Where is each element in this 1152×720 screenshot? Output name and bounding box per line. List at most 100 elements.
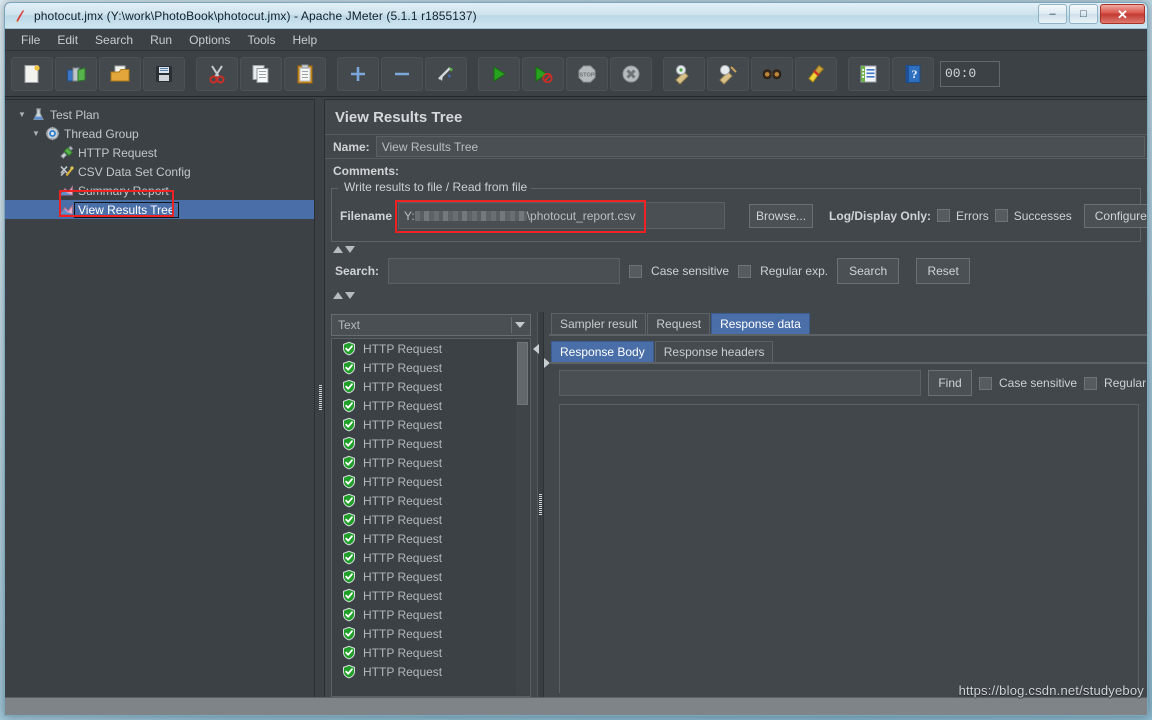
results-splitter[interactable] [533, 312, 550, 697]
result-list-item[interactable]: HTTP Request [332, 434, 530, 453]
scrollbar-thumb[interactable] [517, 342, 528, 405]
tree-item-csv-data-set-config[interactable]: CSV Data Set Config [5, 162, 314, 181]
status-bar [5, 697, 1147, 715]
stop-icon[interactable]: STOP [566, 56, 608, 91]
open-icon[interactable] [99, 56, 141, 91]
test-plan-tree[interactable]: ▼ Test Plan ▼ Thread Group HTTP Request … [5, 99, 314, 697]
subtab-response-headers[interactable]: Response headers [654, 341, 774, 362]
title-bar: photocut.jmx (Y:\work\PhotoBook\photocut… [5, 3, 1147, 29]
minimize-button[interactable]: – [1038, 4, 1067, 24]
search-regular-exp-checkbox[interactable] [738, 264, 752, 278]
collapse-expand-arrows[interactable] [325, 242, 1147, 256]
collapse-all-icon[interactable] [381, 56, 423, 91]
find-button[interactable]: Find [928, 370, 972, 396]
view-results-tree-panel: View Results Tree Name: View Results Tre… [325, 99, 1147, 697]
templates-icon[interactable] [55, 56, 97, 91]
menu-help[interactable]: Help [284, 31, 325, 49]
configure-button[interactable]: Configure [1083, 203, 1147, 228]
tree-item-summary-report[interactable]: Summary Report [5, 181, 314, 200]
browse-button[interactable]: Browse... [749, 203, 814, 228]
tree-item-thread-group[interactable]: ▼ Thread Group [5, 124, 314, 143]
toggle-icon[interactable] [425, 56, 467, 91]
comments-input[interactable] [405, 160, 1145, 181]
expand-all-icon[interactable] [337, 56, 379, 91]
menu-tools[interactable]: Tools [239, 31, 283, 49]
menu-options[interactable]: Options [181, 31, 238, 49]
result-list-item[interactable]: HTTP Request [332, 472, 530, 491]
tab-response-data[interactable]: Response data [711, 313, 810, 334]
results-list-scrollbar[interactable] [516, 340, 529, 695]
collapse-up-arrow-icon[interactable] [333, 245, 343, 253]
result-list-item[interactable]: HTTP Request [332, 567, 530, 586]
result-list-item[interactable]: HTTP Request [332, 643, 530, 662]
shutdown-icon[interactable] [610, 56, 652, 91]
filename-input[interactable]: Y: \photocut_report.csv [398, 202, 726, 229]
reset-search-icon[interactable] [795, 56, 837, 91]
expand-down-arrow-icon[interactable] [345, 245, 355, 253]
find-case-sensitive-checkbox[interactable] [979, 376, 992, 390]
start-icon[interactable] [478, 56, 520, 91]
search-icon[interactable] [751, 56, 793, 91]
results-collapse-expand-arrows[interactable] [325, 288, 1147, 302]
tree-item-test-plan[interactable]: ▼ Test Plan [5, 105, 314, 124]
sampler-results-list[interactable]: HTTP Request HTTP Request HTTP Request HTTP… [331, 338, 531, 697]
reset-button[interactable]: Reset [916, 258, 971, 284]
close-button[interactable]: ✕ [1100, 4, 1145, 24]
search-case-sensitive-checkbox[interactable] [629, 264, 643, 278]
result-list-item[interactable]: HTTP Request [332, 510, 530, 529]
tab-sampler-result[interactable]: Sampler result [551, 313, 647, 334]
name-label: Name: [333, 139, 370, 154]
new-test-plan-icon[interactable] [11, 56, 53, 91]
result-list-item[interactable]: HTTP Request [332, 529, 530, 548]
save-icon[interactable] [143, 56, 185, 91]
splitter-grip-icon [319, 385, 322, 411]
result-list-item[interactable]: HTTP Request [332, 662, 530, 681]
find-regular-exp-checkbox[interactable] [1084, 376, 1098, 390]
response-body-textarea[interactable] [559, 404, 1139, 693]
twisty-collapse-icon[interactable]: ▼ [29, 129, 43, 138]
function-helper-icon[interactable] [848, 56, 890, 91]
result-list-item[interactable]: HTTP Request [332, 396, 530, 415]
menu-run[interactable]: Run [142, 31, 180, 49]
tab-request[interactable]: Request [647, 313, 711, 334]
paste-icon[interactable] [284, 56, 326, 91]
search-regular-exp-label: Regular exp. [760, 264, 829, 278]
successes-checkbox[interactable] [994, 209, 1008, 222]
result-list-item[interactable]: HTTP Request [332, 339, 530, 358]
collapse-left-arrow-icon[interactable] [533, 344, 539, 354]
result-list-item[interactable]: HTTP Request [332, 377, 530, 396]
result-list-item[interactable]: HTTP Request [332, 586, 530, 605]
search-button[interactable]: Search [837, 258, 900, 284]
clear-icon[interactable] [663, 56, 705, 91]
help-icon[interactable]: ? [892, 56, 934, 91]
cut-icon[interactable] [196, 56, 238, 91]
subtab-response-body[interactable]: Response Body [551, 341, 654, 362]
renderer-select[interactable]: Text [331, 314, 531, 336]
search-input[interactable] [388, 258, 621, 284]
result-list-item-label: HTTP Request [363, 626, 443, 641]
twisty-collapse-icon[interactable]: ▼ [15, 110, 29, 119]
menu-file[interactable]: File [13, 31, 48, 49]
tree-item-http-request[interactable]: HTTP Request [5, 143, 314, 162]
result-list-item[interactable]: HTTP Request [332, 624, 530, 643]
expand-down-arrow-icon[interactable] [345, 291, 355, 299]
result-list-item[interactable]: HTTP Request [332, 548, 530, 567]
collapse-up-arrow-icon[interactable] [333, 291, 343, 299]
errors-checkbox[interactable] [937, 209, 951, 222]
result-list-item[interactable]: HTTP Request [332, 358, 530, 377]
menu-edit[interactable]: Edit [49, 31, 86, 49]
name-input[interactable]: View Results Tree [375, 136, 1145, 157]
green-shield-success-icon [342, 436, 356, 451]
tree-item-view-results-tree[interactable]: View Results Tree [5, 200, 314, 219]
result-list-item[interactable]: HTTP Request [332, 453, 530, 472]
clear-all-icon[interactable] [707, 56, 749, 91]
start-no-pauses-icon[interactable] [522, 56, 564, 91]
result-list-item[interactable]: HTTP Request [332, 491, 530, 510]
maximize-button[interactable]: □ [1069, 4, 1098, 24]
result-list-item[interactable]: HTTP Request [332, 415, 530, 434]
result-list-item[interactable]: HTTP Request [332, 605, 530, 624]
find-input[interactable] [559, 370, 921, 396]
copy-icon[interactable] [240, 56, 282, 91]
main-splitter[interactable] [314, 99, 325, 697]
menu-search[interactable]: Search [87, 31, 141, 49]
